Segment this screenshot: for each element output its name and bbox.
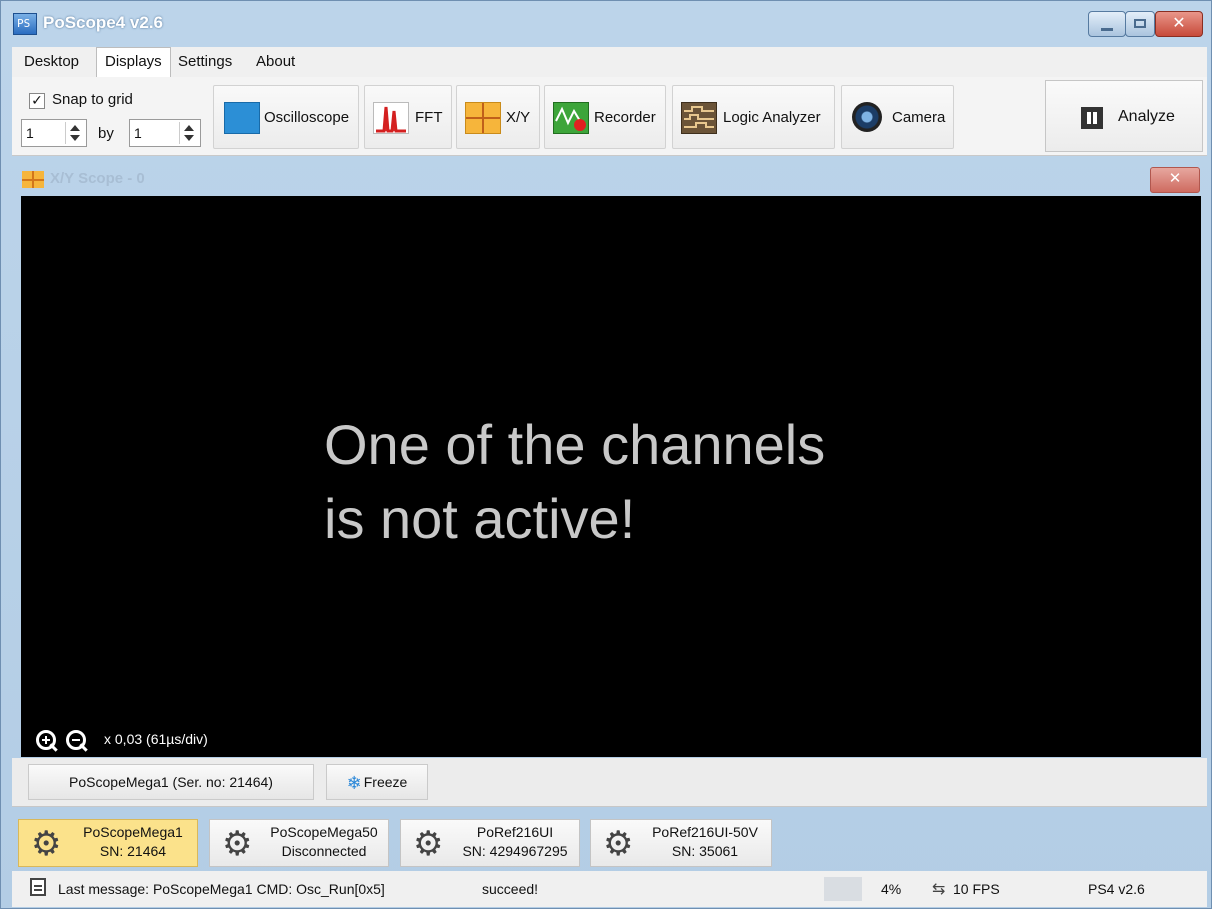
grid-y-value: 1 bbox=[134, 125, 142, 141]
oscilloscope-button[interactable]: Oscilloscope bbox=[213, 85, 359, 149]
cpu-usage-bar bbox=[824, 877, 862, 901]
grid-x-value: 1 bbox=[26, 125, 34, 141]
device-poref216ui[interactable]: ⚙ PoRef216UI SN: 4294967295 bbox=[400, 819, 580, 867]
oscilloscope-label: Oscilloscope bbox=[264, 109, 350, 126]
gear-icon: ⚙ bbox=[413, 825, 444, 863]
camera-label: Camera bbox=[892, 109, 946, 126]
xy-icon bbox=[465, 102, 501, 134]
device-serial: SN: 4294967295 bbox=[462, 843, 568, 859]
zoom-out-handle bbox=[79, 743, 88, 752]
scope-footer: PoScopeMega1 (Ser. no: 21464) ❄ Freeze bbox=[12, 758, 1207, 807]
title-bar[interactable]: PS PoScope4 v2.6 ✕ bbox=[1, 1, 1211, 45]
xy-button[interactable]: X/Y bbox=[456, 85, 540, 149]
gear-icon: ⚙ bbox=[31, 825, 62, 863]
device-name: PoRef216UI-50V bbox=[652, 824, 758, 840]
inactive-channel-message: One of the channels is not active! bbox=[324, 408, 825, 556]
app-window: PS PoScope4 v2.6 ✕ Desktop Displays Sett… bbox=[0, 0, 1212, 909]
grid-x-spinbox[interactable]: 1 bbox=[21, 119, 87, 147]
scope-title: X/Y Scope - 0 bbox=[50, 170, 145, 187]
analyze-label: Analyze bbox=[1118, 108, 1175, 125]
version-text: PS4 v2.6 bbox=[1088, 881, 1145, 897]
recorder-button[interactable]: Recorder bbox=[544, 85, 666, 149]
snap-to-grid-checkbox[interactable]: ✓ bbox=[29, 93, 45, 109]
camera-icon bbox=[852, 102, 882, 132]
scope-window-header[interactable]: X/Y Scope - 0 ✕ bbox=[12, 164, 1207, 194]
snowflake-icon: ❄ bbox=[346, 773, 362, 793]
xy-label: X/Y bbox=[506, 109, 531, 126]
scope-display[interactable]: One of the channels is not active! x 0,0… bbox=[21, 196, 1201, 757]
recorder-icon bbox=[553, 102, 589, 134]
close-button[interactable]: ✕ bbox=[1155, 11, 1203, 37]
last-message-result: succeed! bbox=[482, 881, 539, 897]
tab-about[interactable]: About bbox=[248, 50, 303, 74]
zoom-in-handle bbox=[49, 743, 58, 752]
pause-icon bbox=[1081, 107, 1103, 129]
analyze-button[interactable]: Analyze bbox=[1045, 80, 1203, 152]
device-serial: SN: 21464 bbox=[99, 843, 167, 859]
tab-desktop[interactable]: Desktop bbox=[16, 50, 87, 74]
device-poscopemega50[interactable]: ⚙ PoScopeMega50 Disconnected bbox=[209, 819, 389, 867]
message-line-2: is not active! bbox=[324, 487, 636, 550]
device-name: PoScopeMega50 bbox=[270, 824, 378, 840]
grid-y-spin-arrows-icon[interactable] bbox=[179, 122, 198, 144]
maximize-button[interactable] bbox=[1125, 11, 1155, 37]
tab-displays[interactable]: Displays bbox=[96, 47, 171, 79]
zoom-level-readout: x 0,03 (61µs/div) bbox=[104, 731, 208, 747]
fft-icon bbox=[373, 102, 409, 134]
device-name: PoScopeMega1 bbox=[83, 824, 183, 840]
status-bar: Last message: PoScopeMega1 CMD: Osc_Run[… bbox=[12, 871, 1207, 907]
freeze-button[interactable]: ❄ Freeze bbox=[326, 764, 428, 800]
message-log-icon[interactable] bbox=[30, 878, 46, 896]
displays-toolbar: ✓ Snap to grid 1 by 1 Oscilloscope FFT X… bbox=[12, 77, 1207, 156]
grid-x-spin-arrows-icon[interactable] bbox=[65, 122, 84, 144]
tab-settings[interactable]: Settings bbox=[170, 50, 240, 74]
refresh-rate-icon: ⇆ bbox=[932, 881, 946, 898]
device-serial: SN: 35061 bbox=[671, 843, 739, 859]
logic-analyzer-label: Logic Analyzer bbox=[723, 109, 821, 126]
fft-label: FFT bbox=[415, 109, 443, 126]
grid-y-spinbox[interactable]: 1 bbox=[129, 119, 201, 147]
device-poref216ui-50v[interactable]: ⚙ PoRef216UI-50V SN: 35061 bbox=[590, 819, 772, 867]
window-title: PoScope4 v2.6 bbox=[43, 13, 164, 32]
gear-icon: ⚙ bbox=[222, 825, 253, 863]
gear-icon: ⚙ bbox=[603, 825, 634, 863]
device-select-button[interactable]: PoScopeMega1 (Ser. no: 21464) bbox=[28, 764, 314, 800]
device-status: Disconnected bbox=[281, 843, 367, 859]
camera-button[interactable]: Camera bbox=[841, 85, 954, 149]
last-message-text: Last message: PoScopeMega1 CMD: Osc_Run[… bbox=[58, 881, 385, 897]
logic-analyzer-button[interactable]: Logic Analyzer bbox=[672, 85, 835, 149]
cpu-usage-text: 4% bbox=[881, 881, 902, 897]
minimize-button[interactable] bbox=[1088, 11, 1126, 37]
oscilloscope-icon bbox=[224, 102, 260, 134]
scope-close-button[interactable]: ✕ bbox=[1150, 167, 1200, 193]
menu-tab-bar: Desktop Displays Settings About bbox=[12, 47, 1207, 79]
fft-button[interactable]: FFT bbox=[364, 85, 452, 149]
freeze-label: Freeze bbox=[363, 774, 408, 790]
message-line-1: One of the channels bbox=[324, 413, 826, 476]
xy-scope-icon bbox=[22, 171, 44, 188]
logic-analyzer-icon bbox=[681, 102, 717, 134]
device-name: PoRef216UI bbox=[476, 824, 554, 840]
fps-text: 10 FPS bbox=[953, 881, 1000, 897]
device-poscopemega1[interactable]: ⚙ PoScopeMega1 SN: 21464 bbox=[18, 819, 198, 867]
snap-to-grid-label: Snap to grid bbox=[52, 91, 133, 108]
device-bar: ⚙ PoScopeMega1 SN: 21464 ⚙ PoScopeMega50… bbox=[12, 811, 1207, 869]
recorder-label: Recorder bbox=[594, 109, 656, 126]
app-icon: PS bbox=[13, 13, 37, 35]
by-label: by bbox=[98, 125, 114, 142]
